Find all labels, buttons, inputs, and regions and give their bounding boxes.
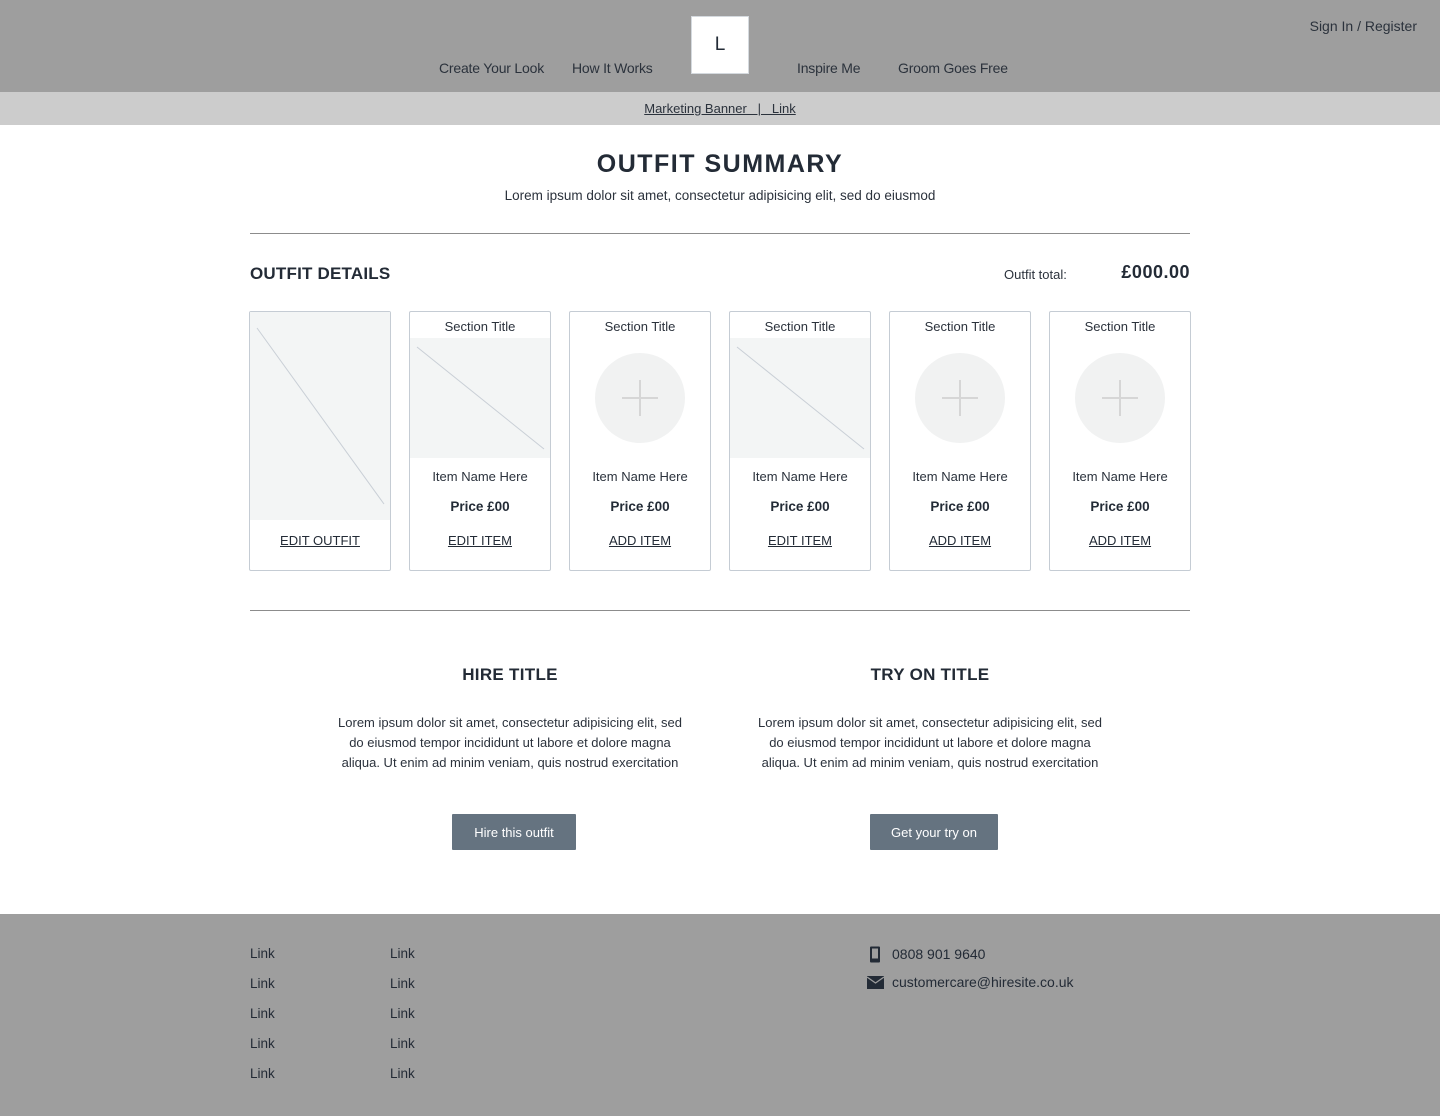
hire-outfit-button[interactable]: Hire this outfit [452, 814, 576, 850]
try-on-title: TRY ON TITLE [870, 665, 990, 684]
contact-phone: 0808 901 9640 [866, 945, 985, 963]
get-try-on-button[interactable]: Get your try on [870, 814, 998, 850]
sign-in-register-link[interactable]: Sign In / Register [1310, 18, 1417, 34]
marketing-banner-link[interactable]: Marketing Banner | Link [644, 101, 796, 116]
try-on-description: Lorem ipsum dolor sit amet, consectetur … [758, 715, 1102, 770]
section-title: Section Title [604, 319, 676, 334]
section-title: Section Title [924, 319, 996, 334]
footer-link[interactable]: Link [390, 1036, 415, 1051]
contact-email: customercare@hiresite.co.uk [866, 973, 1074, 991]
footer-link[interactable]: Link [390, 976, 415, 991]
footer-link[interactable]: Link [250, 946, 275, 961]
email-address[interactable]: customercare@hiresite.co.uk [892, 974, 1074, 990]
item-card: Section Title Item Name Here Price £00 E… [409, 311, 551, 571]
add-item-link[interactable]: ADD ITEM [1050, 533, 1190, 548]
footer-link[interactable]: Link [250, 976, 275, 991]
nav-create-your-look[interactable]: Create Your Look [439, 60, 544, 76]
site-logo[interactable]: L [691, 16, 749, 74]
add-plus-icon[interactable] [1075, 353, 1165, 443]
page-title: OUTFIT SUMMARY [596, 150, 844, 178]
footer-link[interactable]: Link [250, 1066, 275, 1081]
edit-item-link[interactable]: EDIT ITEM [410, 533, 550, 548]
outfit-details-title: OUTFIT DETAILS [250, 264, 391, 283]
add-item-link[interactable]: ADD ITEM [570, 533, 710, 548]
item-name: Item Name Here [432, 469, 528, 484]
footer-link[interactable]: Link [390, 1066, 415, 1081]
outfit-total-value: £000.00 [1121, 262, 1190, 282]
add-plus-icon[interactable] [915, 353, 1005, 443]
item-card: Section Title Item Name Here Price £00 A… [889, 311, 1031, 571]
outfit-total-label: Outfit total: [1004, 267, 1067, 282]
add-plus-icon[interactable] [595, 353, 685, 443]
footer-link[interactable]: Link [250, 1036, 275, 1051]
image-placeholder-icon [730, 338, 870, 458]
try-on-section: TRY ON TITLE Lorem ipsum dolor sit amet,… [750, 665, 1110, 850]
add-item-link[interactable]: ADD ITEM [890, 533, 1030, 548]
item-price: Price £00 [930, 499, 990, 514]
nav-how-it-works[interactable]: How It Works [572, 60, 653, 76]
item-card: Section Title Item Name Here Price £00 A… [1049, 311, 1191, 571]
item-card: Section Title Item Name Here Price £00 E… [729, 311, 871, 571]
item-name: Item Name Here [1072, 469, 1168, 484]
marketing-banner: Marketing Banner | Link [0, 92, 1440, 125]
divider [250, 610, 1190, 611]
item-price: Price £00 [1090, 499, 1150, 514]
hire-title: HIRE TITLE [462, 665, 558, 684]
item-card: Section Title Item Name Here Price £00 A… [569, 311, 711, 571]
nav-inspire-me[interactable]: Inspire Me [797, 60, 861, 76]
divider [250, 233, 1190, 234]
section-title: Section Title [764, 319, 836, 334]
phone-number[interactable]: 0808 901 9640 [892, 946, 985, 962]
hire-section: HIRE TITLE Lorem ipsum dolor sit amet, c… [330, 665, 690, 850]
edit-item-link[interactable]: EDIT ITEM [730, 533, 870, 548]
item-price: Price £00 [450, 499, 510, 514]
section-title: Section Title [1084, 319, 1156, 334]
site-footer: Link Link Link Link Link Link Link Link … [0, 914, 1440, 1116]
item-name: Item Name Here [592, 469, 688, 484]
item-price: Price £00 [610, 499, 670, 514]
mail-icon [866, 973, 884, 991]
phone-icon [866, 945, 884, 963]
footer-link[interactable]: Link [390, 1006, 415, 1021]
section-title: Section Title [444, 319, 516, 334]
item-name: Item Name Here [752, 469, 848, 484]
edit-outfit-link[interactable]: EDIT OUTFIT [250, 533, 390, 548]
footer-link[interactable]: Link [250, 1006, 275, 1021]
image-placeholder-icon [410, 338, 550, 458]
footer-link[interactable]: Link [390, 946, 415, 961]
item-price: Price £00 [770, 499, 830, 514]
image-placeholder-icon [250, 312, 390, 520]
hire-description: Lorem ipsum dolor sit amet, consectetur … [338, 715, 682, 770]
nav-groom-goes-free[interactable]: Groom Goes Free [898, 60, 1008, 76]
page-subtitle: Lorem ipsum dolor sit amet, consectetur … [504, 188, 936, 203]
item-name: Item Name Here [912, 469, 1008, 484]
site-header: Create Your Look How It Works L Inspire … [0, 0, 1440, 92]
outfit-card: EDIT OUTFIT [249, 311, 391, 571]
